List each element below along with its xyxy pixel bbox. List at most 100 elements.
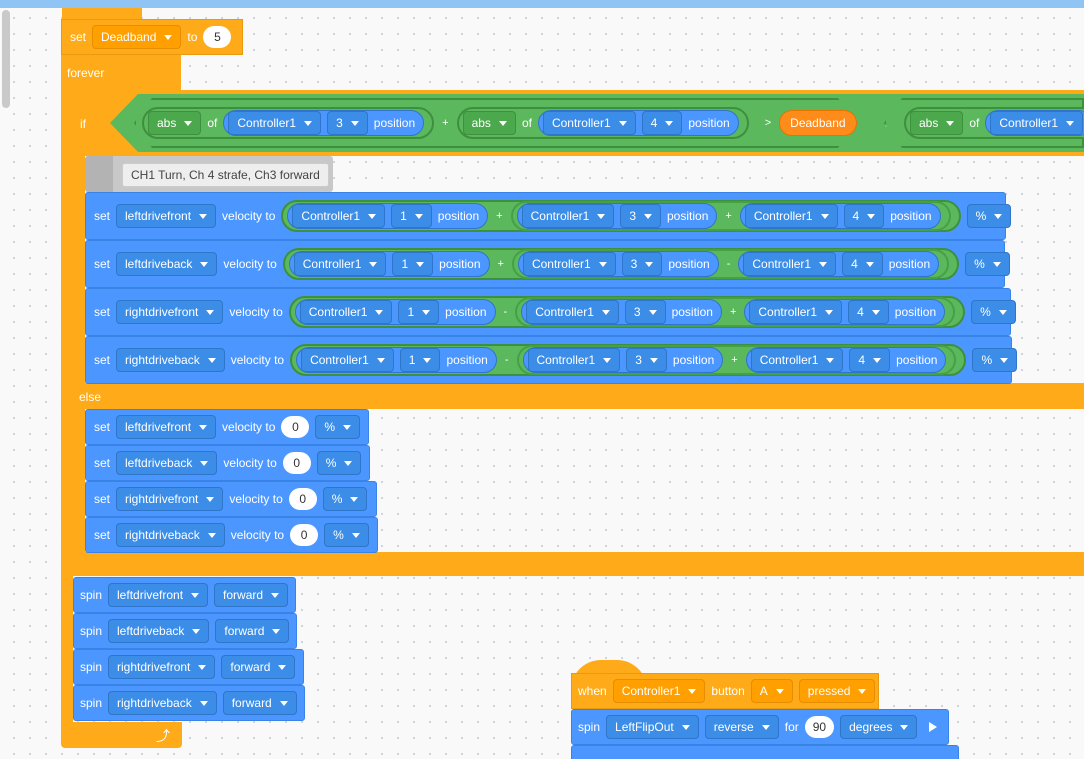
set-velocity-block[interactable]: set leftdrivefront velocity to Controller1 1…: [85, 192, 1012, 240]
axis-dropdown[interactable]: 3: [620, 204, 661, 228]
controller-position-reporter[interactable]: Controller1 1 position: [288, 251, 490, 277]
axis-dropdown[interactable]: 4: [641, 111, 683, 135]
controller-dropdown[interactable]: Controller1: [522, 252, 616, 276]
sum-reporter[interactable]: Controller1 1 position + Controller1 3 positio…: [281, 200, 961, 232]
set-deadband-block[interactable]: set Deadband to 5: [61, 19, 243, 55]
sum-reporter[interactable]: Controller1 1 position + Controller1 3 positio…: [282, 248, 960, 280]
motor-dropdown[interactable]: LeftFlipOut: [606, 715, 699, 739]
set-velocity-zero-block[interactable]: set rightdriveback velocity to 0%: [85, 517, 378, 553]
axis-dropdown[interactable]: 3: [626, 348, 667, 372]
controller-position-reporter[interactable]: Controller1 1 position: [294, 299, 496, 325]
controller-position-reporter[interactable]: Controller1: [985, 110, 1084, 136]
controller-dropdown[interactable]: Controller1: [299, 300, 393, 324]
motor-dropdown[interactable]: rightdrivefront: [108, 655, 216, 679]
axis-dropdown[interactable]: 1: [398, 300, 440, 324]
velocity-value-input[interactable]: 0: [288, 488, 317, 510]
motor-dropdown[interactable]: rightdriveback: [108, 691, 217, 715]
axis-dropdown[interactable]: 1: [399, 348, 441, 372]
controller-position-reporter[interactable]: Controller1 4 position: [738, 251, 940, 277]
controller-position-reporter[interactable]: Controller1 4 position: [537, 110, 739, 136]
next-block-partial[interactable]: [571, 745, 959, 759]
controller-position-reporter[interactable]: Controller1 3 position: [516, 203, 718, 229]
inner-sum-reporter[interactable]: Controller1 3 position + Controller1 4 positio…: [516, 345, 957, 375]
unit-dropdown[interactable]: %: [965, 252, 1010, 276]
inner-sum-reporter[interactable]: Controller1 3 position - Controller1 4 positio…: [511, 249, 950, 279]
velocity-value-input[interactable]: 0: [281, 416, 310, 438]
axis-dropdown[interactable]: 3: [624, 300, 666, 324]
abs-dropdown[interactable]: abs: [148, 111, 202, 135]
controller-dropdown[interactable]: Controller1: [228, 111, 322, 135]
abs-dropdown[interactable]: abs: [910, 111, 964, 135]
controller-position-reporter[interactable]: Controller1 1 position: [296, 347, 497, 373]
controller-dropdown[interactable]: Controller1: [527, 348, 621, 372]
motor-dropdown[interactable]: rightdrivefront: [116, 300, 224, 324]
set-velocity-block[interactable]: set rightdriveback velocity to Controller1 1…: [85, 336, 1018, 384]
unit-dropdown[interactable]: degrees: [840, 715, 918, 739]
controller-dropdown[interactable]: Controller1: [612, 679, 706, 703]
axis-dropdown[interactable]: 3: [621, 252, 663, 276]
unit-dropdown[interactable]: %: [322, 487, 368, 511]
inner-sum-reporter[interactable]: Controller1 3 position + Controller1 4 positio…: [510, 201, 951, 231]
sum-reporter[interactable]: Controller1 1 position - Controller1 3 positio…: [290, 344, 967, 376]
axis-dropdown[interactable]: 4: [843, 204, 885, 228]
motor-dropdown[interactable]: rightdriveback: [116, 523, 225, 547]
spin-block[interactable]: spin leftdrivefront forward: [73, 577, 296, 613]
unit-dropdown[interactable]: %: [315, 415, 361, 439]
unit-dropdown[interactable]: %: [324, 523, 369, 547]
set-velocity-block[interactable]: set rightdrivefront velocity to Controller1…: [85, 288, 1016, 336]
controller-dropdown[interactable]: Controller1: [301, 348, 394, 372]
deadband-value-input[interactable]: 5: [203, 26, 232, 48]
axis-dropdown[interactable]: 1: [391, 204, 432, 228]
key-dropdown[interactable]: A: [750, 679, 793, 703]
when-button-pressed-block[interactable]: when Controller1 button A pressed: [571, 673, 879, 709]
velocity-value-input[interactable]: 0: [282, 452, 311, 474]
else-bar[interactable]: [73, 383, 1084, 409]
set-velocity-zero-block[interactable]: set rightdrivefront velocity to 0%: [85, 481, 377, 517]
state-dropdown[interactable]: pressed: [798, 679, 876, 703]
set-velocity-block[interactable]: set leftdriveback velocity to Controller1 1 p…: [85, 240, 1010, 288]
motor-dropdown[interactable]: leftdrivefront: [116, 204, 217, 228]
controller-dropdown[interactable]: Controller1: [293, 252, 387, 276]
motor-dropdown[interactable]: leftdrivefront: [108, 583, 209, 607]
axis-dropdown[interactable]: 4: [848, 300, 889, 324]
spin-block[interactable]: spin leftdriveback forward: [73, 613, 297, 649]
motor-dropdown[interactable]: leftdriveback: [116, 252, 218, 276]
axis-dropdown[interactable]: 4: [842, 252, 883, 276]
unit-dropdown[interactable]: %: [972, 348, 1018, 372]
axis-dropdown[interactable]: 1: [392, 252, 434, 276]
controller-position-reporter[interactable]: Controller1 3 position: [522, 347, 724, 373]
motor-dropdown[interactable]: leftdrivefront: [116, 415, 217, 439]
direction-dropdown[interactable]: forward: [215, 619, 290, 643]
inner-sum-reporter[interactable]: Controller1 3 position + Controller1 4 positio…: [515, 297, 956, 327]
direction-dropdown[interactable]: forward: [222, 691, 297, 715]
controller-dropdown[interactable]: Controller1: [542, 111, 636, 135]
controller-position-reporter[interactable]: Controller1 4 position: [745, 347, 947, 373]
direction-dropdown[interactable]: forward: [221, 655, 296, 679]
motor-dropdown[interactable]: rightdrivefront: [116, 487, 224, 511]
vertical-scrollbar[interactable]: [2, 10, 10, 108]
controller-position-reporter[interactable]: Controller1 3 position: [223, 110, 425, 136]
motor-dropdown[interactable]: rightdriveback: [116, 348, 225, 372]
set-velocity-zero-block[interactable]: set leftdrivefront velocity to 0%: [85, 409, 369, 445]
motor-dropdown[interactable]: leftdriveback: [116, 451, 218, 475]
direction-dropdown[interactable]: forward: [214, 583, 289, 607]
unit-dropdown[interactable]: %: [316, 451, 362, 475]
comment-text[interactable]: CH1 Turn, Ch 4 strafe, Ch3 forward: [122, 163, 329, 187]
controller-dropdown[interactable]: Controller1: [750, 348, 844, 372]
controller-position-reporter[interactable]: Controller1 4 position: [744, 299, 946, 325]
spin-block[interactable]: spin rightdriveback forward: [73, 685, 305, 721]
abs-ch3-reporter[interactable]: abs of Controller1 3 position: [142, 107, 435, 139]
controller-dropdown[interactable]: Controller1: [749, 300, 843, 324]
controller-position-reporter[interactable]: Controller1 3 position: [521, 299, 722, 325]
deadband-dropdown[interactable]: Deadband: [92, 25, 182, 49]
unit-dropdown[interactable]: %: [971, 300, 1016, 324]
unit-dropdown[interactable]: %: [966, 204, 1012, 228]
axis-dropdown[interactable]: 3: [327, 111, 368, 135]
controller-position-reporter[interactable]: Controller1 3 position: [517, 251, 719, 277]
motor-dropdown[interactable]: leftdriveback: [108, 619, 210, 643]
spin-for-block[interactable]: spin LeftFlipOut reverse for 90 degrees: [571, 709, 949, 745]
controller-position-reporter[interactable]: Controller1 4 position: [739, 203, 941, 229]
direction-dropdown[interactable]: reverse: [704, 715, 779, 739]
controller-dropdown[interactable]: Controller1: [526, 300, 619, 324]
axis-dropdown[interactable]: 4: [849, 348, 891, 372]
